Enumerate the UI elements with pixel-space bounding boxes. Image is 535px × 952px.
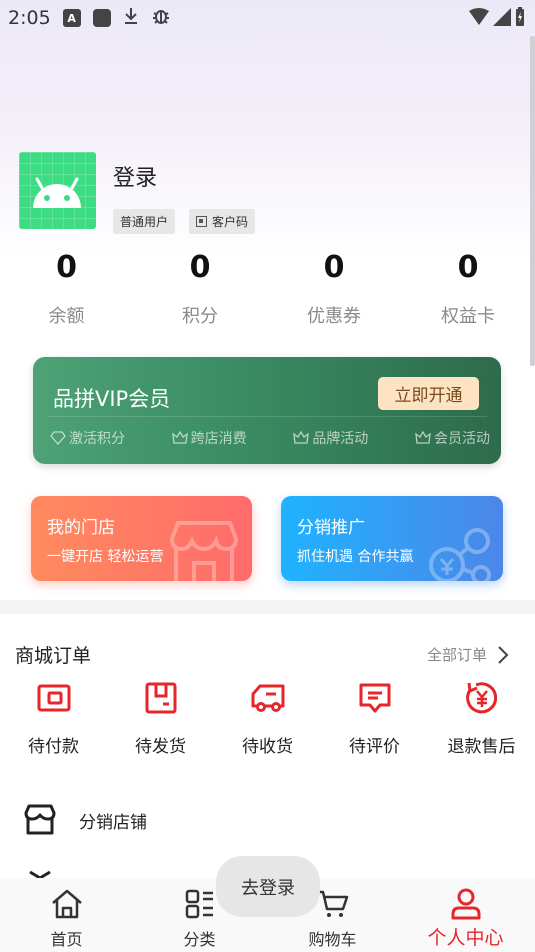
- wifi-icon: [469, 8, 489, 31]
- perk-brand-activity: 品牌活动: [293, 428, 368, 448]
- login-toast: 去登录: [216, 856, 320, 917]
- user-level-badge: 普通用户: [113, 209, 176, 234]
- perk-activate-points: 激活积分: [50, 428, 125, 448]
- perk-member-activity: 会员活动: [415, 428, 490, 448]
- profile-section: 登录 普通用户 客户码: [19, 152, 256, 234]
- signal-icon: [493, 8, 511, 31]
- storefront-icon: [169, 521, 239, 581]
- crown-icon: [415, 431, 431, 444]
- vip-divider: [47, 416, 487, 417]
- stat-benefit-cards[interactable]: 0 权益卡: [401, 248, 535, 328]
- menu-distribution-store[interactable]: 分销店铺: [23, 804, 147, 836]
- tab-home[interactable]: 首页: [0, 878, 133, 952]
- refund-icon: [428, 680, 535, 716]
- order-pending-payment[interactable]: 待付款: [0, 680, 107, 757]
- avatar[interactable]: [19, 152, 96, 229]
- vip-title: 品拼VIP会员: [53, 387, 171, 411]
- all-orders-link[interactable]: 全部订单: [427, 644, 509, 665]
- perk-cross-store: 跨店消费: [171, 428, 247, 448]
- distribution-subtitle: 抓住机遇 合作共赢: [297, 549, 414, 565]
- diamond-icon: [50, 431, 66, 445]
- distribution-card[interactable]: 分销推广 抓住机遇 合作共赢: [281, 496, 503, 581]
- qr-code-icon: [196, 216, 208, 227]
- order-pending-review[interactable]: 待评价: [321, 680, 428, 757]
- notification-square-icon: [92, 9, 111, 27]
- order-pending-receipt[interactable]: 待收货: [214, 680, 321, 757]
- money-network-icon: [429, 528, 491, 581]
- battery-icon: [515, 7, 525, 32]
- customer-code-button[interactable]: 客户码: [189, 209, 256, 234]
- chevron-right-icon: [498, 645, 509, 664]
- section-divider: [0, 600, 535, 614]
- store-icon: [24, 804, 56, 835]
- user-icon: [399, 886, 532, 922]
- android-icon: [33, 177, 81, 208]
- download-icon: [123, 7, 139, 30]
- stat-coupons[interactable]: 0 优惠券: [267, 248, 401, 328]
- order-status-row: 待付款 待发货 待收货 待评价 退款售后: [0, 680, 535, 757]
- stat-balance[interactable]: 0 余额: [0, 248, 133, 328]
- crown-icon: [171, 431, 188, 444]
- crown-icon: [293, 431, 310, 444]
- vip-open-button[interactable]: 立即开通: [378, 377, 479, 410]
- distribution-title: 分销推广: [297, 518, 365, 538]
- vip-card[interactable]: 品拼VIP会员 立即开通 激活积分 跨店消费 品牌活动 会员活动: [33, 357, 501, 464]
- home-icon: [0, 886, 133, 922]
- my-store-subtitle: 一键开店 轻松运营: [47, 549, 164, 565]
- notification-a-icon: A: [62, 9, 81, 27]
- wallet-icon: [0, 680, 107, 716]
- order-pending-shipment[interactable]: 待发货: [107, 680, 214, 757]
- my-store-title: 我的门店: [47, 518, 115, 538]
- status-bar: 2:05 A: [0, 0, 535, 36]
- bug-icon: [151, 6, 171, 31]
- comment-icon: [321, 680, 428, 716]
- box-icon: [107, 680, 214, 716]
- truck-icon: [214, 680, 321, 716]
- status-time: 2:05: [8, 7, 51, 29]
- orders-title: 商城订单: [15, 645, 92, 667]
- order-refund-aftersale[interactable]: 退款售后: [428, 680, 535, 757]
- login-title[interactable]: 登录: [113, 160, 255, 192]
- tab-profile[interactable]: 个人中心: [399, 878, 532, 952]
- stats-row: 0 余额 0 积分 0 优惠券 0 权益卡: [0, 248, 535, 328]
- my-store-card[interactable]: 我的门店 一键开店 轻松运营: [31, 496, 252, 581]
- stat-points[interactable]: 0 积分: [133, 248, 267, 328]
